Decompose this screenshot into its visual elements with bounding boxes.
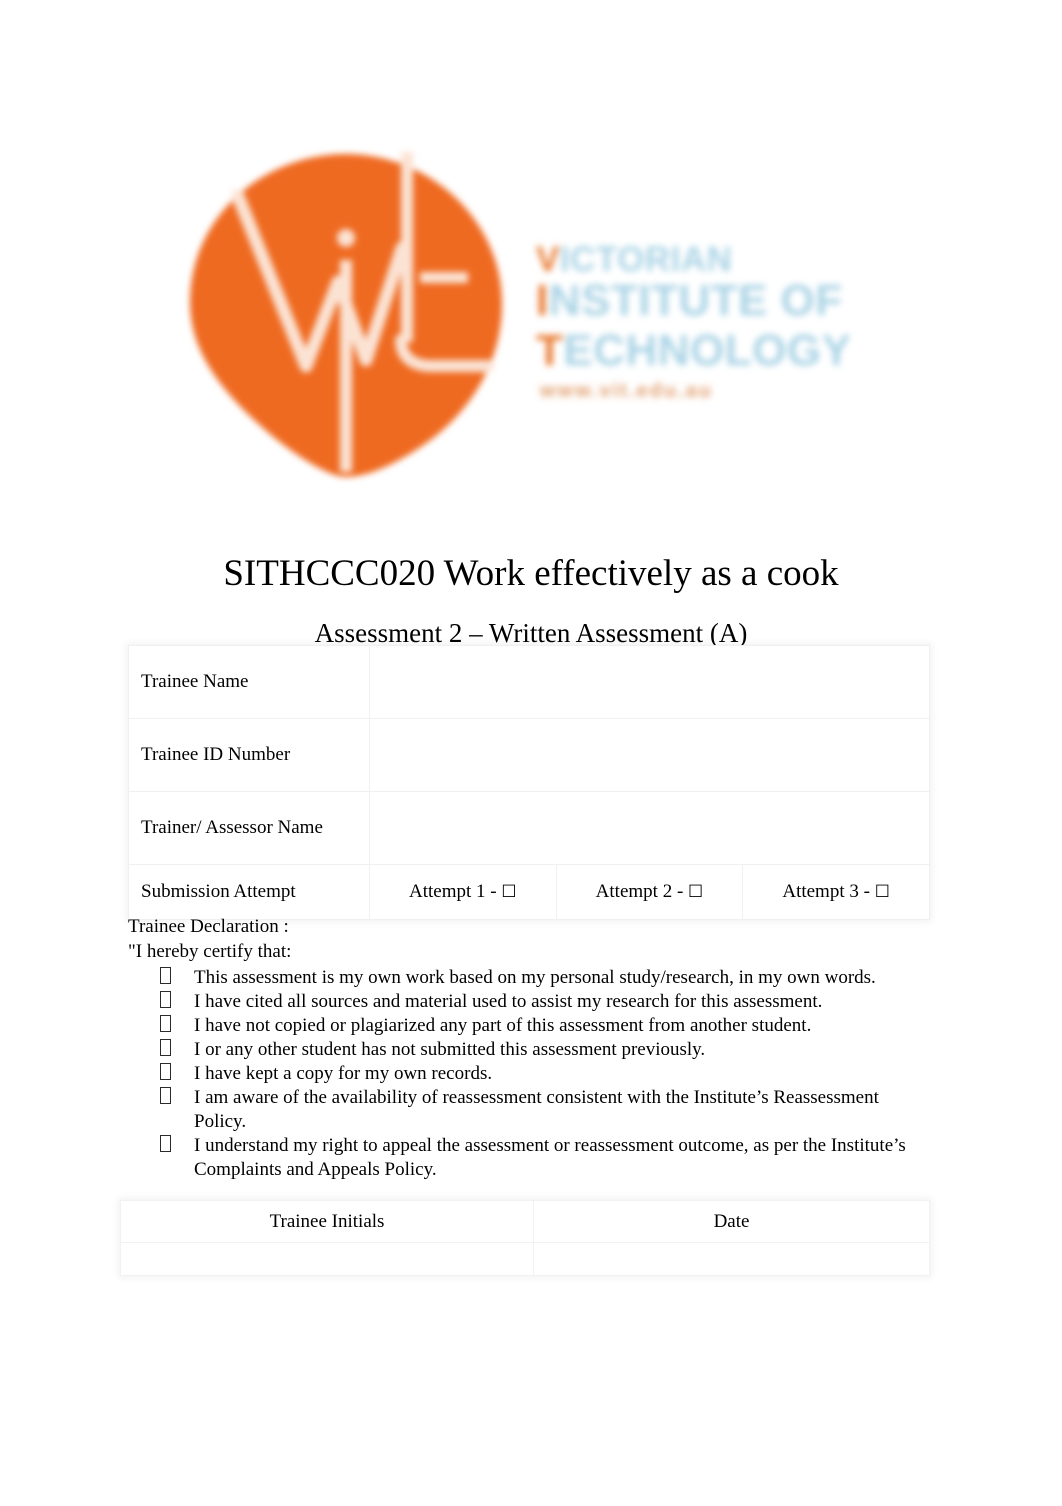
date-header: Date [533,1200,930,1243]
vit-wordmark: VICTORIAN INSTITUTE OF TECHNOLOGY www.vi… [536,240,856,415]
submission-attempt-label: Submission Attempt [128,864,370,920]
list-item: I am aware of the availability of reasse… [128,1086,928,1134]
trainee-details-table: Trainee Name Trainee ID Number Trainer/ … [128,645,930,920]
declaration-list: This assessment is my own work based on … [128,966,928,1182]
list-item-text: I understand my right to appeal the asse… [194,1135,906,1180]
list-item-text: I have kept a copy for my own records. [194,1063,493,1084]
trainer-assessor-label: Trainer/ Assessor Name [128,791,370,865]
list-item-text: This assessment is my own work based on … [194,967,876,988]
signoff-table: Trainee Initials Date [120,1200,930,1276]
list-item-text: I have not copied or plagiarized any par… [194,1015,812,1036]
list-item: I understand my right to appeal the asse… [128,1134,928,1182]
document-page: VICTORIAN INSTITUTE OF TECHNOLOGY www.vi… [0,0,1062,1506]
wordmark-line-1-rest: ICTORIAN [559,240,733,279]
table-row: Trainee Name [128,645,930,719]
trainee-id-label: Trainee ID Number [128,718,370,792]
bullet-box-icon [160,1039,171,1056]
vit-logo-mark-icon [188,152,504,477]
attempt-3-checkbox-icon[interactable]: ☐ [875,882,890,902]
attempt-3-label: Attempt 3 - [782,881,870,902]
trainee-initials-field[interactable] [120,1242,534,1276]
trainee-initials-header: Trainee Initials [120,1200,534,1243]
list-item: I have cited all sources and material us… [128,990,928,1014]
trainer-assessor-field[interactable] [369,791,930,865]
trainee-id-field[interactable] [369,718,930,792]
wordmark-line-3-rest: ECHNOLOGY [563,326,852,375]
attempt-2-label: Attempt 2 - [595,881,684,902]
bullet-box-icon [160,1063,171,1080]
wordmark-line-1-lead: V [536,240,560,279]
wordmark-line-2-rest: NSTITUTE OF [548,276,843,325]
wordmark-line-2-lead: I [536,276,549,325]
list-item: I have kept a copy for my own records. [128,1062,928,1086]
list-item: This assessment is my own work based on … [128,966,928,990]
list-item-text: I am aware of the availability of reasse… [194,1087,879,1132]
logo-url: www.vit.edu.au [540,380,713,402]
list-item-text: I or any other student has not submitted… [194,1039,706,1060]
bullet-box-icon [160,1135,171,1152]
bullet-box-icon [160,1015,171,1032]
bullet-box-icon [160,991,171,1008]
table-row: Trainee ID Number [128,718,930,792]
trainee-name-label: Trainee Name [128,645,370,719]
institution-logo: VICTORIAN INSTITUTE OF TECHNOLOGY www.vi… [188,152,868,482]
attempt-3-cell[interactable]: Attempt 3 - ☐ [742,864,930,920]
attempt-2-checkbox-icon[interactable]: ☐ [688,882,703,902]
bullet-box-icon [160,1087,171,1104]
bullet-box-icon [160,967,171,984]
declaration-heading: Trainee Declaration : [128,916,289,937]
list-item-text: I have cited all sources and material us… [194,991,823,1012]
page-title: SITHCCC020 Work effectively as a cook [223,552,839,594]
wordmark-line-3-lead: T [536,326,564,375]
attempt-1-cell[interactable]: Attempt 1 - ☐ [369,864,557,920]
table-row: Trainer/ Assessor Name [128,791,930,865]
trainee-declaration: Trainee Declaration : "I hereby certify … [128,914,928,1182]
attempt-1-checkbox-icon[interactable]: ☐ [501,882,516,902]
table-row: Submission Attempt Attempt 1 - ☐ Attempt… [128,864,930,920]
date-field[interactable] [533,1242,930,1276]
list-item: I have not copied or plagiarized any par… [128,1014,928,1038]
attempt-1-label: Attempt 1 - [409,881,497,902]
trainee-name-field[interactable] [369,645,930,719]
table-row [120,1242,930,1276]
attempt-2-cell[interactable]: Attempt 2 - ☐ [555,864,744,920]
table-row: Trainee Initials Date [120,1200,930,1243]
list-item: I or any other student has not submitted… [128,1038,928,1062]
declaration-intro: "I hereby certify that: [128,941,292,962]
